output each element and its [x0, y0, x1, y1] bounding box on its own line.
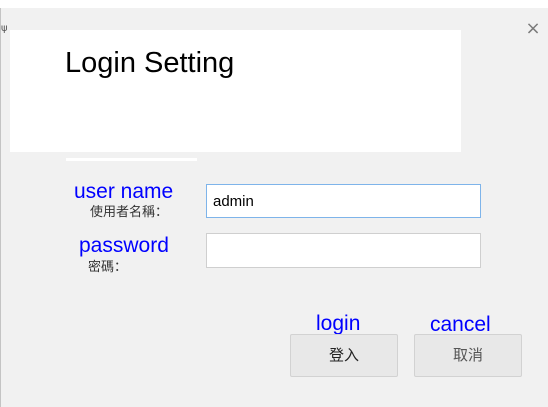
window-edge: [0, 8, 1, 407]
top-strip: [0, 0, 548, 8]
divider: [66, 158, 197, 161]
username-input[interactable]: [206, 184, 481, 218]
username-label-zh: 使用者名稱：: [90, 205, 169, 220]
login-setting-dialog: ψ × Login Setting user name 使用者名稱： passw…: [0, 0, 548, 407]
password-input[interactable]: [206, 233, 481, 268]
close-icon[interactable]: ×: [522, 18, 544, 40]
login-button[interactable]: 登入: [290, 334, 398, 377]
cancel-caption: cancel: [430, 313, 491, 336]
cancel-button[interactable]: 取消: [414, 334, 522, 377]
login-caption: login: [316, 312, 361, 335]
password-label-en: password: [79, 234, 169, 257]
password-label-zh: 密碼：: [88, 260, 128, 275]
username-label-en: user name: [74, 180, 174, 203]
edge-glyph: ψ: [1, 24, 7, 34]
dialog-title: Login Setting: [65, 47, 235, 79]
